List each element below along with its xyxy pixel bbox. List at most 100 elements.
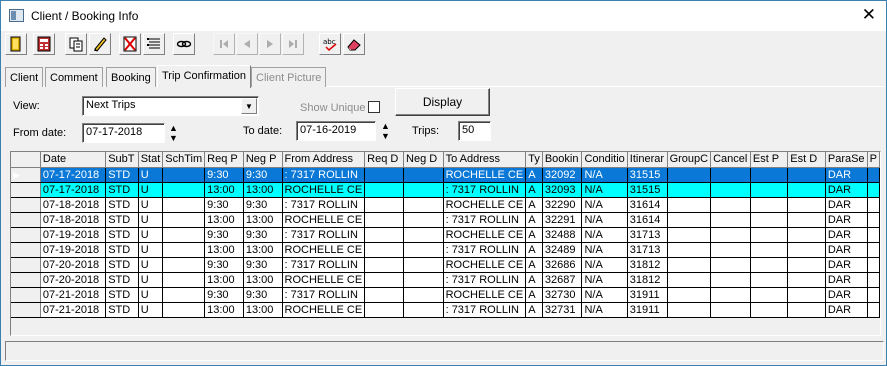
table-cell[interactable]: 32687	[542, 272, 583, 288]
trips-grid[interactable]: Date SubT Stat SchTim Req P Neg P From A…	[10, 151, 881, 336]
table-cell[interactable]: 9:30	[243, 197, 283, 213]
table-cell[interactable]: A	[525, 257, 543, 273]
table-cell[interactable]: : 7317 ROLLIN	[443, 272, 527, 288]
table-cell[interactable]: 31713	[627, 227, 668, 243]
table-cell[interactable]	[364, 167, 405, 183]
table-cell[interactable]	[750, 227, 789, 243]
table-cell[interactable]: U	[138, 227, 164, 243]
table-cell[interactable]: STD	[105, 227, 139, 243]
table-cell[interactable]: N/A	[581, 197, 628, 213]
row-indicator[interactable]	[11, 272, 41, 288]
table-cell[interactable]	[162, 182, 206, 198]
table-cell[interactable]	[364, 197, 405, 213]
table-cell[interactable]	[867, 212, 881, 228]
from-date-input[interactable]: 07-17-2018	[82, 123, 165, 143]
table-cell[interactable]	[403, 257, 444, 273]
table-cell[interactable]: ROCHELLE CE	[282, 272, 366, 288]
table-cell[interactable]: A	[525, 272, 543, 288]
table-cell[interactable]: U	[138, 212, 164, 228]
table-cell[interactable]: ROCHELLE CE	[282, 302, 366, 318]
table-cell[interactable]: 07-20-2018	[40, 257, 107, 273]
table-cell[interactable]: 9:30	[243, 227, 283, 243]
table-cell[interactable]: 07-17-2018	[40, 167, 107, 183]
table-cell[interactable]	[667, 197, 712, 213]
table-cell[interactable]: 07-19-2018	[40, 227, 107, 243]
table-cell[interactable]	[710, 287, 751, 303]
row-indicator[interactable]	[11, 197, 41, 213]
trips-input[interactable]: 50	[458, 121, 491, 141]
table-cell[interactable]: ROCHELLE CE	[443, 167, 527, 183]
table-cell[interactable]	[403, 197, 444, 213]
table-cell[interactable]	[750, 212, 789, 228]
table-cell[interactable]	[750, 242, 789, 258]
table-cell[interactable]: A	[525, 197, 543, 213]
column-header[interactable]: Bookin	[542, 152, 583, 168]
table-cell[interactable]: DAR	[825, 257, 868, 273]
table-cell[interactable]: 9:30	[243, 287, 283, 303]
table-cell[interactable]	[403, 302, 444, 318]
column-header[interactable]: SubT	[105, 152, 139, 168]
table-cell[interactable]: 32092	[542, 167, 583, 183]
table-cell[interactable]	[667, 257, 712, 273]
table-cell[interactable]: 07-18-2018	[40, 212, 107, 228]
table-cell[interactable]: N/A	[581, 167, 628, 183]
table-cell[interactable]	[787, 182, 826, 198]
table-cell[interactable]: DAR	[825, 287, 868, 303]
table-cell[interactable]: : 7317 ROLLIN	[443, 212, 527, 228]
table-cell[interactable]: 13:00	[204, 182, 244, 198]
column-header[interactable]: ParaSe	[825, 152, 868, 168]
table-cell[interactable]	[787, 257, 826, 273]
table-cell[interactable]: N/A	[581, 302, 628, 318]
table-cell[interactable]	[364, 272, 405, 288]
spell-check-button[interactable]: abc	[319, 33, 341, 55]
table-cell[interactable]: STD	[105, 242, 139, 258]
table-cell[interactable]: 9:30	[204, 167, 244, 183]
table-cell[interactable]: U	[138, 182, 164, 198]
table-cell[interactable]	[750, 302, 789, 318]
table-cell[interactable]	[667, 272, 712, 288]
table-cell[interactable]: 9:30	[243, 167, 283, 183]
table-row[interactable]: 07-19-2018 STD U 13:00 13:00 ROCHELLE CE: 731…	[11, 242, 881, 258]
column-header[interactable]: GroupC	[667, 152, 712, 168]
table-cell[interactable]: 9:30	[204, 197, 244, 213]
table-cell[interactable]	[364, 257, 405, 273]
table-cell[interactable]: A	[525, 242, 543, 258]
table-cell[interactable]: DAR	[825, 197, 868, 213]
table-cell[interactable]: : 7317 ROLLIN	[282, 257, 366, 273]
copy-button[interactable]	[65, 33, 87, 55]
spin-down-icon[interactable]: ▼	[379, 131, 392, 141]
table-cell[interactable]	[162, 227, 206, 243]
table-cell[interactable]: : 7317 ROLLIN	[443, 182, 527, 198]
table-row[interactable]: ▶ 07-17-2018 STD U 9:30 9:30: 7317 ROLLIN ROCH…	[11, 167, 881, 183]
tab-client-picture[interactable]: Client Picture	[251, 67, 327, 87]
exit-button[interactable]	[5, 33, 27, 55]
table-cell[interactable]	[787, 242, 826, 258]
table-cell[interactable]	[162, 197, 206, 213]
table-cell[interactable]: U	[138, 302, 164, 318]
table-cell[interactable]: STD	[105, 212, 139, 228]
column-header[interactable]: To Address	[443, 152, 527, 168]
first-record-button[interactable]	[213, 33, 235, 55]
table-cell[interactable]: ROCHELLE CE	[282, 242, 366, 258]
table-cell[interactable]	[710, 227, 751, 243]
to-date-input[interactable]: 07-16-2019	[296, 121, 376, 141]
table-cell[interactable]: 31614	[627, 212, 668, 228]
table-cell[interactable]	[867, 182, 881, 198]
table-cell[interactable]	[364, 302, 405, 318]
table-row[interactable]: 07-18-2018 STD U 9:30 9:30: 7317 ROLLIN ROCHE…	[11, 197, 881, 213]
table-row[interactable]: 07-21-2018 STD U 13:00 13:00 ROCHELLE CE: 731…	[11, 302, 881, 318]
table-cell[interactable]	[750, 167, 789, 183]
table-cell[interactable]: : 7317 ROLLIN	[443, 242, 527, 258]
table-cell[interactable]	[787, 272, 826, 288]
table-cell[interactable]	[787, 167, 826, 183]
table-cell[interactable]	[162, 212, 206, 228]
table-cell[interactable]	[710, 257, 751, 273]
tab-comment[interactable]: Comment	[45, 67, 103, 87]
table-cell[interactable]: 31911	[627, 287, 668, 303]
table-cell[interactable]: 13:00	[243, 302, 283, 318]
table-cell[interactable]: 13:00	[243, 242, 283, 258]
column-header[interactable]: From Address	[282, 152, 366, 168]
table-cell[interactable]: N/A	[581, 287, 628, 303]
last-record-button[interactable]	[282, 33, 304, 55]
table-cell[interactable]	[867, 302, 881, 318]
